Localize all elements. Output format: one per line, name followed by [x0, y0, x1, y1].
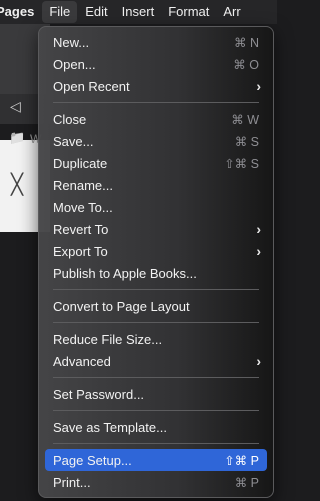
close-icon[interactable]: ╳ [11, 172, 23, 197]
menu-item-label: Save as Template... [53, 419, 167, 435]
menubar-edit[interactable]: Edit [78, 1, 114, 23]
menu-item-label: Export To [53, 243, 108, 259]
back-icon[interactable]: ◁ [10, 98, 21, 115]
menu-item-label: Close [53, 111, 87, 127]
menu-item-label: New... [53, 34, 90, 50]
menu-separator [53, 377, 259, 378]
menu-separator [53, 410, 259, 411]
menu-item-label: Convert to Page Layout [53, 298, 190, 314]
menu-item-advanced[interactable]: Advanced › [45, 350, 267, 372]
menu-item-label: Save... [53, 133, 94, 149]
chevron-right-icon: › [256, 243, 261, 259]
menu-item-label: Rename... [53, 177, 113, 193]
menu-item-reduce-file-size[interactable]: Reduce File Size... [45, 328, 267, 350]
menubar-format[interactable]: Format [161, 1, 216, 23]
menu-item-export-to[interactable]: Export To › [45, 240, 267, 262]
menu-item-label: Print... [53, 474, 91, 490]
shortcut: ⌘ O [233, 57, 259, 72]
menu-item-open[interactable]: Open... ⌘ O [45, 53, 267, 75]
menu-item-new[interactable]: New... ⌘ N [45, 31, 267, 53]
menu-item-publish-apple-books[interactable]: Publish to Apple Books... [45, 262, 267, 284]
menu-item-label: Advanced [53, 353, 111, 369]
menu-item-label: Set Password... [53, 386, 145, 402]
menu-item-open-recent[interactable]: Open Recent › [45, 75, 267, 97]
chevron-right-icon: › [256, 353, 261, 369]
menubar-file[interactable]: File [42, 1, 78, 23]
shortcut: ⇧⌘ S [224, 156, 259, 171]
menu-item-label: Reduce File Size... [53, 331, 163, 347]
menu-item-duplicate[interactable]: Duplicate ⇧⌘ S [45, 152, 267, 174]
shortcut: ⌘ P [234, 475, 259, 490]
menubar-arrange[interactable]: Arr [216, 1, 247, 23]
menu-item-save-as-template[interactable]: Save as Template... [45, 416, 267, 438]
chevron-right-icon: › [256, 78, 261, 94]
menu-separator [53, 289, 259, 290]
menu-item-revert-to[interactable]: Revert To › [45, 218, 267, 240]
shortcut: ⌘ W [231, 112, 259, 127]
folder-icon: 📁 [9, 130, 26, 145]
menu-item-close[interactable]: Close ⌘ W [45, 108, 267, 130]
menu-item-label: Move To... [53, 199, 113, 215]
menu-item-label: Open Recent [53, 78, 130, 94]
menu-item-label: Revert To [53, 221, 109, 237]
menu-item-label: Page Setup... [53, 452, 132, 468]
menu-item-save[interactable]: Save... ⌘ S [45, 130, 267, 152]
menu-item-set-password[interactable]: Set Password... [45, 383, 267, 405]
menu-item-page-setup[interactable]: Page Setup... ⇧⌘ P [45, 449, 267, 471]
menu-item-label: Publish to Apple Books... [53, 265, 197, 281]
menu-separator [53, 102, 259, 103]
file-menu: New... ⌘ N Open... ⌘ O Open Recent › Clo… [38, 26, 274, 498]
menubar-insert[interactable]: Insert [115, 1, 162, 23]
menu-item-print[interactable]: Print... ⌘ P [45, 471, 267, 493]
menu-bar: Pages File Edit Insert Format Arr [0, 0, 277, 24]
chevron-right-icon: › [256, 221, 261, 237]
menu-separator [53, 322, 259, 323]
menu-item-move-to[interactable]: Move To... [45, 196, 267, 218]
shortcut: ⌘ N [234, 35, 259, 50]
menu-item-rename[interactable]: Rename... [45, 174, 267, 196]
menubar-app-pages[interactable]: Pages [0, 1, 41, 23]
shortcut: ⇧⌘ P [224, 453, 259, 468]
menu-item-label: Duplicate [53, 155, 108, 171]
menu-item-label: Open... [53, 56, 96, 72]
menu-separator [53, 443, 259, 444]
menu-item-convert-page-layout[interactable]: Convert to Page Layout [45, 295, 267, 317]
shortcut: ⌘ S [234, 134, 259, 149]
